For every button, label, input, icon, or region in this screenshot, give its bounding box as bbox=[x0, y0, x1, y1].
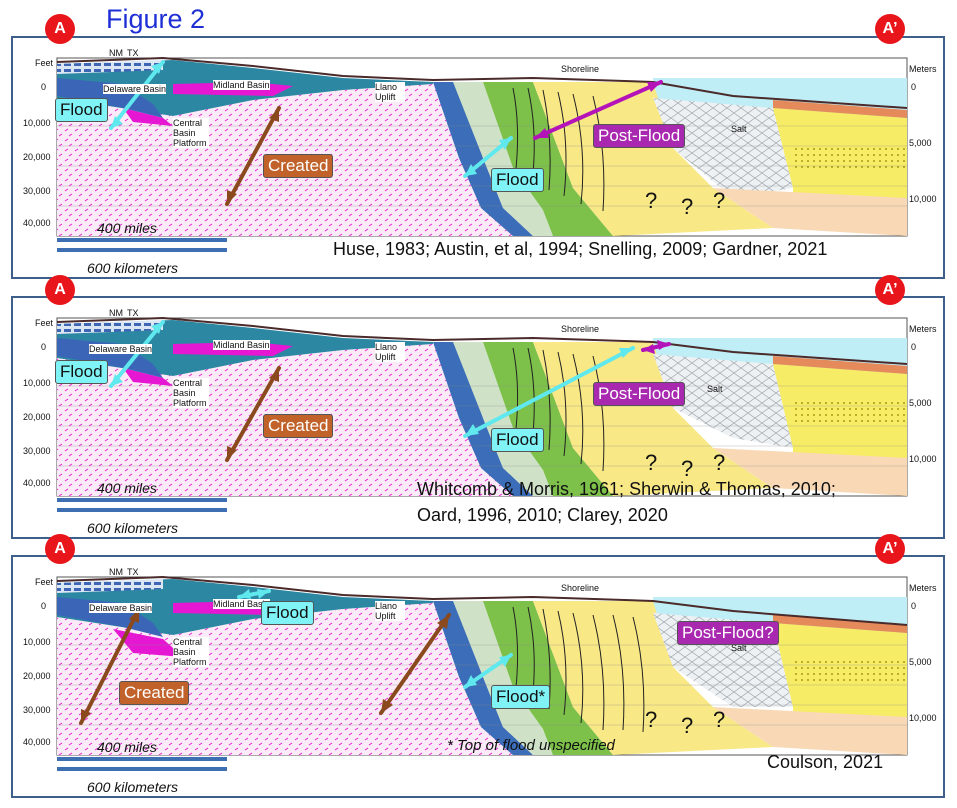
badge-a-prime-3: A’ bbox=[875, 534, 905, 564]
question-mark-2: ? bbox=[681, 713, 694, 738]
flood-label-left: Flood bbox=[55, 360, 108, 384]
badge-a-1: A bbox=[45, 14, 75, 44]
m-tick-2: 10,000 bbox=[909, 194, 937, 204]
m-tick-0: 0 bbox=[911, 342, 917, 352]
scale-km: 600 kilometers bbox=[87, 779, 179, 795]
m-tick-1: 5,000 bbox=[909, 138, 932, 148]
created-label: Created bbox=[263, 154, 334, 178]
scale-miles: 400 miles bbox=[97, 480, 157, 496]
ft-tick-3: 30,000 bbox=[23, 186, 51, 196]
question-mark-3: ? bbox=[713, 450, 726, 475]
ft-tick-2: 20,000 bbox=[23, 671, 51, 681]
tx-label: TX bbox=[127, 567, 139, 577]
citation-line-2: Oard, 1996, 2010; Clarey, 2020 bbox=[417, 505, 668, 525]
scale-miles: 400 miles bbox=[97, 220, 157, 236]
tx-label: TX bbox=[127, 48, 139, 58]
salt-label: Salt bbox=[707, 384, 723, 394]
question-mark-1: ? bbox=[645, 707, 658, 732]
created-label: Created bbox=[119, 681, 190, 705]
m-tick-0: 0 bbox=[911, 601, 917, 611]
midland-label: Midland Basin bbox=[213, 80, 270, 90]
ft-tick-3: 30,000 bbox=[23, 705, 51, 715]
delaware-label: Delaware Basin bbox=[89, 344, 153, 354]
question-mark-2: ? bbox=[681, 194, 694, 219]
scale-miles: 400 miles bbox=[97, 739, 157, 755]
central-label: Central Basin Platform bbox=[173, 118, 209, 148]
shoreline-label: Shoreline bbox=[561, 324, 600, 334]
flood-label-right: Flood* bbox=[491, 685, 551, 709]
midland-label: Midland Basin bbox=[213, 340, 270, 350]
m-tick-0: 0 bbox=[911, 82, 917, 92]
question-mark-1: ? bbox=[645, 188, 658, 213]
badge-a-prime-1: A’ bbox=[875, 14, 905, 44]
meters-label: Meters bbox=[909, 64, 937, 74]
ft-tick-0: 0 bbox=[41, 82, 47, 92]
salt-label: Salt bbox=[731, 124, 747, 134]
flood-label-right: Flood bbox=[491, 168, 544, 192]
ft-tick-0: 0 bbox=[41, 601, 47, 611]
question-mark-1: ? bbox=[645, 450, 658, 475]
delaware-label: Delaware Basin bbox=[89, 603, 153, 613]
post-flood-label: Post-Flood? bbox=[677, 621, 779, 645]
central-label: Central Basin Platform bbox=[173, 637, 209, 667]
flood-label-right: Flood bbox=[491, 428, 544, 452]
ft-tick-4: 40,000 bbox=[23, 737, 51, 747]
m-tick-2: 10,000 bbox=[909, 713, 937, 723]
m-tick-1: 5,000 bbox=[909, 398, 932, 408]
citation-line-1: Whitcomb & Morris, 1961; Sherwin & Thoma… bbox=[417, 479, 836, 499]
ft-tick-2: 20,000 bbox=[23, 412, 51, 422]
panel-2: Feet 0 10,000 20,000 30,000 40,000 Meter… bbox=[11, 296, 945, 539]
llano-label: Llano Uplift bbox=[375, 82, 405, 102]
badge-a-2: A bbox=[45, 275, 75, 305]
flood-label-left: Flood bbox=[55, 98, 108, 122]
question-mark-3: ? bbox=[713, 188, 726, 213]
meters-label: Meters bbox=[909, 583, 937, 593]
feet-label: Feet bbox=[35, 577, 54, 587]
post-flood-label: Post-Flood bbox=[593, 124, 686, 148]
badge-a-3: A bbox=[45, 534, 75, 564]
feet-label: Feet bbox=[35, 318, 54, 328]
question-mark-3: ? bbox=[713, 707, 726, 732]
flood-label-left: Flood bbox=[261, 601, 314, 625]
badge-a-prime-2: A’ bbox=[875, 275, 905, 305]
post-flood-label: Post-Flood bbox=[593, 382, 686, 406]
scale-km: 600 kilometers bbox=[87, 260, 179, 276]
delaware-label: Delaware Basin bbox=[103, 84, 167, 94]
ft-tick-4: 40,000 bbox=[23, 478, 51, 488]
figure-title: Figure 2 bbox=[106, 4, 206, 34]
created-label: Created bbox=[263, 414, 334, 438]
ft-tick-1: 10,000 bbox=[23, 637, 51, 647]
shoreline-label: Shoreline bbox=[561, 583, 600, 593]
nm-label: NM bbox=[109, 48, 123, 58]
citation-line-1: Huse, 1983; Austin, et al, 1994; Snellin… bbox=[333, 239, 828, 259]
flood-footnote: * Top of flood unspecified bbox=[447, 737, 615, 754]
llano-label: Llano Uplift bbox=[375, 601, 405, 621]
ft-tick-3: 30,000 bbox=[23, 446, 51, 456]
ft-tick-4: 40,000 bbox=[23, 218, 51, 228]
nm-label: NM bbox=[109, 567, 123, 577]
meters-label: Meters bbox=[909, 324, 937, 334]
m-tick-1: 5,000 bbox=[909, 657, 932, 667]
ft-tick-1: 10,000 bbox=[23, 378, 51, 388]
feet-label: Feet bbox=[35, 58, 54, 68]
nm-label: NM bbox=[109, 308, 123, 318]
shoreline-label: Shoreline bbox=[561, 64, 600, 74]
panel-1: Feet 0 10,000 20,000 30,000 40,000 Meter… bbox=[11, 36, 945, 279]
ft-tick-1: 10,000 bbox=[23, 118, 51, 128]
m-tick-2: 10,000 bbox=[909, 454, 937, 464]
tx-label: TX bbox=[127, 308, 139, 318]
scale-km: 600 kilometers bbox=[87, 520, 179, 536]
llano-label: Llano Uplift bbox=[375, 342, 405, 362]
panel-3: Feet 0 10,000 20,000 30,000 40,000 Meter… bbox=[11, 555, 945, 798]
central-label: Central Basin Platform bbox=[173, 378, 209, 408]
citation-line-1: Coulson, 2021 bbox=[767, 752, 884, 772]
ft-tick-2: 20,000 bbox=[23, 152, 51, 162]
ft-tick-0: 0 bbox=[41, 342, 47, 352]
